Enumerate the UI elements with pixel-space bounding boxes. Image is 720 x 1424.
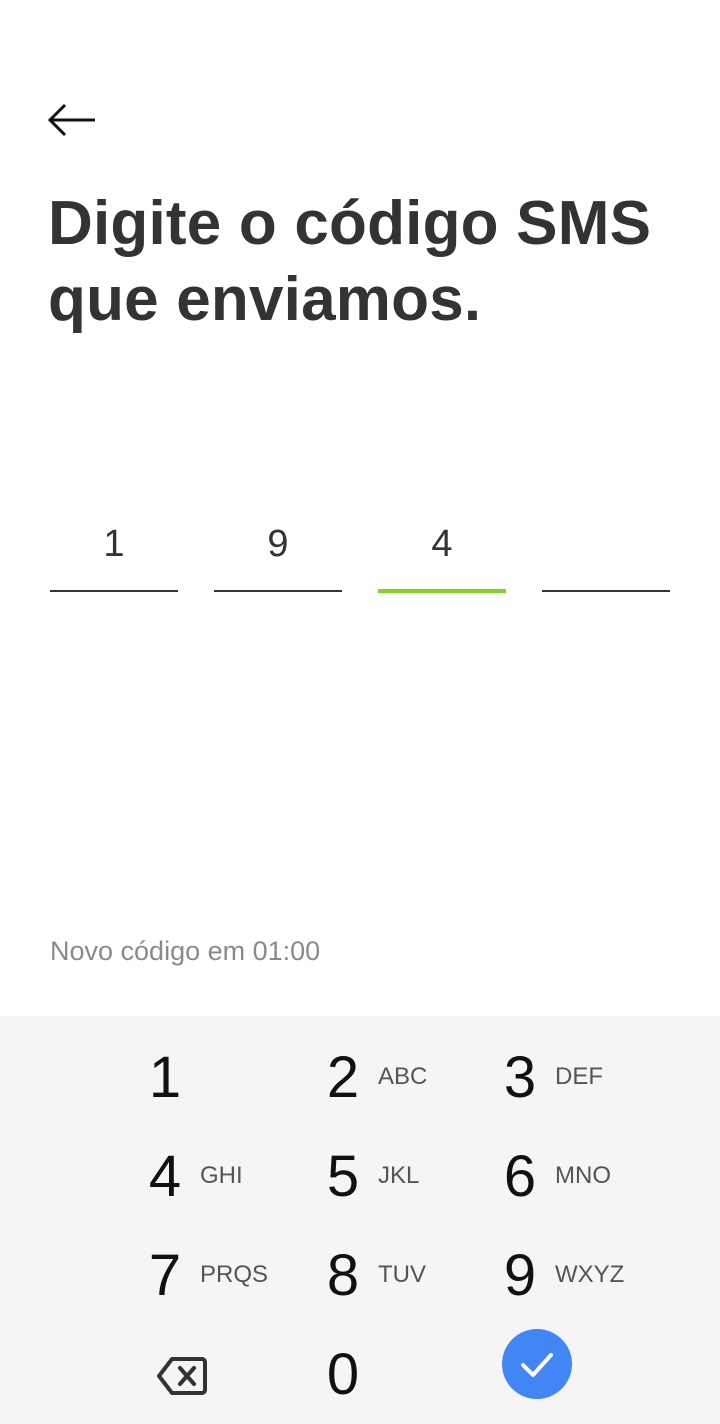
key-letters: WXYZ <box>555 1261 625 1288</box>
page-title: Digite o código SMS que enviamos. <box>48 186 688 338</box>
backspace-icon <box>157 1357 207 1395</box>
code-digit-3[interactable]: 4 <box>378 510 506 593</box>
key-number: 2 <box>326 1044 360 1110</box>
key-letters: PRQS <box>200 1261 269 1288</box>
key-0[interactable]: 0 <box>320 1329 480 1419</box>
key-letters: GHI <box>200 1162 243 1189</box>
code-digit-value: 9 <box>267 523 289 565</box>
key-letters: DEF <box>555 1063 603 1090</box>
digit-underline <box>542 590 670 592</box>
title-line-2: que enviamos. <box>48 265 482 334</box>
key-number: 1 <box>148 1044 182 1110</box>
key-number: 8 <box>326 1242 360 1308</box>
code-input-row[interactable]: 1 9 4 <box>50 510 670 594</box>
resend-timer: Novo código em 01:00 <box>50 936 321 966</box>
code-digit-1[interactable]: 1 <box>50 510 178 592</box>
key-2[interactable]: 2 ABC <box>320 1032 480 1122</box>
key-number: 0 <box>326 1341 360 1407</box>
key-8[interactable]: 8 TUV <box>320 1230 480 1320</box>
key-letters: MNO <box>555 1162 611 1189</box>
key-letters: ABC <box>378 1063 428 1090</box>
code-digit-2[interactable]: 9 <box>214 510 342 592</box>
back-button[interactable] <box>44 96 100 144</box>
code-digit-4[interactable] <box>542 510 670 592</box>
digit-underline <box>50 590 178 592</box>
key-number: 3 <box>503 1044 537 1110</box>
key-letters: JKL <box>378 1162 420 1189</box>
key-letters: TUV <box>378 1261 426 1288</box>
arrow-left-icon <box>47 103 95 137</box>
key-4[interactable]: 4 GHI <box>142 1131 302 1221</box>
key-number: 7 <box>148 1242 182 1308</box>
key-number: 9 <box>503 1242 537 1308</box>
digit-underline-active <box>378 589 506 593</box>
key-number: 5 <box>326 1143 360 1209</box>
numeric-keypad: 1 2 ABC 3 DEF 4 GHI 5 JKL 6 MNO 7 PRQS 8… <box>0 1016 720 1424</box>
key-number: 4 <box>148 1143 182 1209</box>
key-1[interactable]: 1 <box>142 1032 302 1122</box>
check-icon <box>521 1353 553 1377</box>
sms-code-screen: Digite o código SMS que enviamos. 1 9 4 … <box>0 0 720 1424</box>
code-digit-value: 4 <box>431 523 453 565</box>
key-number: 6 <box>503 1143 537 1209</box>
code-digit-value: 1 <box>103 523 125 565</box>
digit-underline <box>214 590 342 592</box>
key-9[interactable]: 9 WXYZ <box>497 1230 657 1320</box>
key-7[interactable]: 7 PRQS <box>142 1230 302 1320</box>
title-line-1: Digite o código SMS <box>48 189 652 258</box>
key-3[interactable]: 3 DEF <box>497 1032 657 1122</box>
key-5[interactable]: 5 JKL <box>320 1131 480 1221</box>
confirm-button[interactable] <box>502 1329 572 1399</box>
key-6[interactable]: 6 MNO <box>497 1131 657 1221</box>
backspace-button[interactable] <box>152 1346 212 1406</box>
